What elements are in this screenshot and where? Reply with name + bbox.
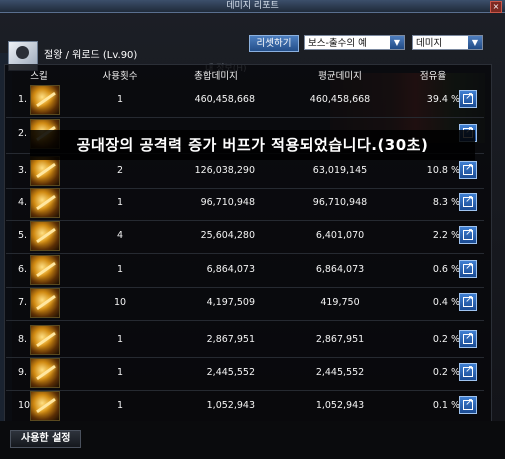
export-icon[interactable] — [459, 226, 477, 244]
rank-number: 9. — [18, 367, 28, 378]
export-icon[interactable] — [459, 396, 477, 414]
use-count: 1 — [116, 197, 124, 208]
use-count: 2 — [116, 165, 124, 176]
rank-number: 2. — [18, 128, 28, 139]
damage-share: 8.3 % — [432, 197, 460, 208]
total-damage: 126,038,290 — [194, 165, 255, 176]
export-icon[interactable] — [459, 293, 477, 311]
rank-number: 1. — [18, 94, 28, 105]
use-count: 1 — [116, 94, 124, 105]
skill-icon — [30, 288, 60, 318]
table-row: 1. 1 460,458,668 460,458,668 39.4 % — [0, 83, 505, 115]
use-count: 10 — [113, 297, 127, 308]
settings-used-tab[interactable]: 사용한 설정 — [10, 430, 82, 448]
skill-icon — [30, 156, 60, 186]
skill-icon — [30, 85, 60, 115]
rank-number: 7. — [18, 297, 28, 308]
average-damage: 460,458,668 — [309, 94, 371, 105]
skill-icon — [30, 358, 60, 388]
row-divider — [6, 320, 484, 321]
damage-share: 2.2 % — [432, 230, 460, 241]
damage-share: 0.6 % — [432, 264, 460, 275]
total-damage: 460,458,668 — [194, 94, 255, 105]
use-count: 1 — [116, 367, 124, 378]
title-bar: 데미지 리포트 × — [0, 0, 505, 13]
damage-share: 39.4 % — [426, 94, 460, 105]
total-damage: 4,197,509 — [206, 297, 255, 308]
damage-share: 0.2 % — [432, 334, 460, 345]
table-row: 9. 1 2,445,552 2,445,552 0.2 % — [0, 356, 505, 388]
damage-share: 0.1 % — [432, 400, 460, 411]
column-header-average: 평균데미지 — [318, 71, 362, 82]
column-header-share: 점유율 — [419, 71, 447, 82]
total-damage: 2,445,552 — [206, 367, 255, 378]
reset-button[interactable]: 리셋하기 — [249, 35, 299, 52]
rank-number: 8. — [18, 334, 28, 345]
average-damage: 2,867,951 — [315, 334, 365, 345]
export-icon[interactable] — [459, 193, 477, 211]
total-damage: 1,052,943 — [206, 400, 255, 411]
table-row: 6. 1 6,864,073 6,864,073 0.6 % — [0, 253, 505, 285]
total-damage: 96,710,948 — [200, 197, 255, 208]
table-row: 10. 1 1,052,943 1,052,943 0.1 % — [0, 389, 505, 421]
character-name: 절왕 / 워로드 (Lv.90) — [44, 50, 138, 61]
buff-notification: 공대장의 공격력 증가 버프가 적용되었습니다.(30초) — [30, 130, 475, 160]
use-count: 1 — [116, 334, 124, 345]
skill-icon — [30, 391, 60, 421]
table-row: 8. 1 2,867,951 2,867,951 0.2 % — [0, 323, 505, 355]
column-header-uses: 사용횟수 — [102, 71, 138, 82]
skill-icon — [30, 188, 60, 218]
export-icon[interactable] — [459, 260, 477, 278]
total-damage: 2,867,951 — [206, 334, 255, 345]
footer-bar: 사용한 설정 — [0, 421, 505, 459]
skill-icon — [30, 221, 60, 251]
use-count: 1 — [116, 264, 124, 275]
chevron-down-icon: ▼ — [468, 36, 482, 49]
export-icon[interactable] — [459, 90, 477, 108]
average-damage: 96,710,948 — [312, 197, 368, 208]
average-damage: 419,750 — [320, 297, 360, 308]
average-damage: 6,401,070 — [315, 230, 365, 241]
average-damage: 1,052,943 — [315, 400, 365, 411]
damage-share: 10.8 % — [426, 165, 460, 176]
average-damage: 63,019,145 — [312, 165, 368, 176]
window-title: 데미지 리포트 — [226, 1, 279, 11]
damage-report-window: 데미지 리포트 × 절왕 / 워로드 (Lv.90) 내 정보(H) 리셋하기 … — [0, 0, 505, 459]
target-select-value: 보스-출수의 예 — [308, 38, 367, 49]
skill-icon — [30, 325, 60, 355]
export-icon[interactable] — [459, 330, 477, 348]
table-row: 4. 1 96,710,948 96,710,948 8.3 % — [0, 186, 505, 218]
rank-number: 5. — [18, 230, 28, 241]
rank-number: 6. — [18, 264, 28, 275]
rank-number: 3. — [18, 165, 28, 176]
total-damage: 25,604,280 — [200, 230, 255, 241]
close-icon[interactable]: × — [490, 1, 502, 13]
damage-share: 0.4 % — [432, 297, 460, 308]
use-count: 4 — [116, 230, 124, 241]
average-damage: 2,445,552 — [315, 367, 365, 378]
target-select[interactable]: 보스-출수의 예 ▼ — [304, 35, 405, 50]
table-row: 5. 4 25,604,280 6,401,070 2.2 % — [0, 219, 505, 251]
column-header-total: 총합데미지 — [194, 71, 238, 82]
mode-select-value: 데미지 — [416, 38, 443, 49]
column-header-skill: 스킬 — [30, 71, 48, 82]
rank-number: 4. — [18, 197, 28, 208]
skill-icon — [30, 255, 60, 285]
mode-select[interactable]: 데미지 ▼ — [412, 35, 483, 50]
damage-share: 0.2 % — [432, 367, 460, 378]
total-damage: 6,864,073 — [206, 264, 255, 275]
table-row: 7. 10 4,197,509 419,750 0.4 % — [0, 286, 505, 318]
export-icon[interactable] — [459, 161, 477, 179]
average-damage: 6,864,073 — [315, 264, 365, 275]
chevron-down-icon: ▼ — [390, 36, 404, 49]
use-count: 1 — [116, 400, 124, 411]
export-icon[interactable] — [459, 363, 477, 381]
